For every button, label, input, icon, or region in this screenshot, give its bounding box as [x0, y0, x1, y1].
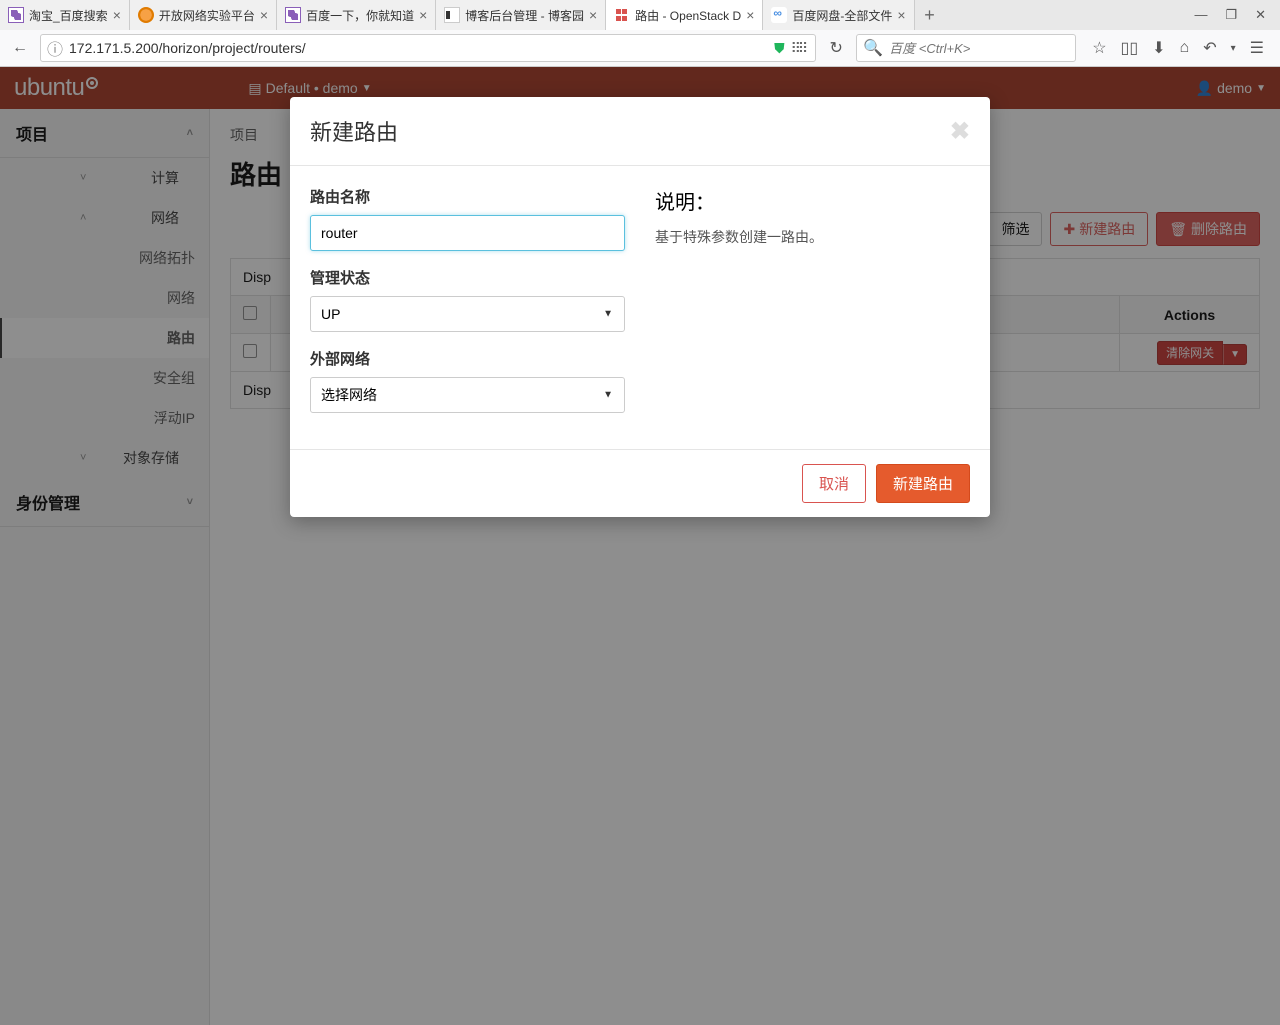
admin-state-select[interactable]: [310, 296, 625, 332]
reload-button[interactable]: ↻: [822, 34, 850, 62]
qr-icon[interactable]: ⠿⠿: [791, 40, 806, 57]
menu-icon[interactable]: ☰: [1250, 38, 1264, 58]
router-name-input[interactable]: [310, 215, 625, 251]
modal-footer: 取消 新建路由: [290, 449, 990, 517]
tab-label: 淘宝_百度搜索: [29, 7, 108, 24]
description-column: 说明： 基于特殊参数创建一路由。: [655, 186, 970, 429]
maximize-icon[interactable]: ❐: [1225, 7, 1237, 23]
form-group-external-network: 外部网络: [310, 348, 625, 413]
address-bar: ← ⓘ ⛊ ⠿⠿ ↻ 🔍 ☆ ▯▯ ⬇ ⌂ ↶ ▾ ☰: [0, 30, 1280, 66]
window-controls: — ❐ ✕: [1180, 7, 1280, 23]
favicon-icon: [285, 7, 301, 23]
page: ubuntu ▤ Default • demo ▼ 👤 demo ▼ 项目˄ ˅…: [0, 67, 1280, 1025]
cancel-button[interactable]: 取消: [802, 464, 866, 503]
tab-openstack[interactable]: 路由 - OpenStack D ×: [606, 0, 763, 30]
info-icon[interactable]: ⓘ: [47, 36, 63, 60]
tab-label: 百度一下，你就知道: [306, 7, 414, 24]
tab-cnblogs[interactable]: 博客后台管理 - 博客园 ×: [436, 0, 606, 30]
close-icon[interactable]: ×: [589, 7, 597, 23]
search-icon: 🔍: [863, 38, 883, 58]
browser-chrome: 淘宝_百度搜索 × 开放网络实验平台 × 百度一下，你就知道 × 博客后台管理 …: [0, 0, 1280, 67]
favicon-icon: [8, 7, 24, 23]
favicon-icon: [614, 7, 630, 23]
url-box[interactable]: ⓘ ⛊ ⠿⠿: [40, 34, 816, 62]
external-network-label: 外部网络: [310, 348, 625, 369]
external-network-select[interactable]: [310, 377, 625, 413]
modal-backdrop: 新建路由 ✖ 路由名称 管理状态 外部网络: [0, 67, 1280, 1025]
form-column: 路由名称 管理状态 外部网络: [310, 186, 625, 429]
tab-baidu[interactable]: 百度一下，你就知道 ×: [277, 0, 436, 30]
submit-button[interactable]: 新建路由: [876, 464, 970, 503]
close-icon[interactable]: ×: [897, 7, 905, 23]
create-router-modal: 新建路由 ✖ 路由名称 管理状态 外部网络: [290, 97, 990, 517]
library-icon[interactable]: ▯▯: [1121, 38, 1139, 58]
close-icon[interactable]: ×: [419, 7, 427, 23]
home-icon[interactable]: ⌂: [1180, 39, 1190, 57]
modal-title: 新建路由: [310, 115, 398, 147]
close-icon[interactable]: ✖: [950, 117, 970, 146]
download-icon[interactable]: ⬇: [1152, 38, 1165, 58]
minimize-icon[interactable]: —: [1194, 7, 1207, 23]
shield-icon[interactable]: ⛊: [774, 40, 785, 57]
new-tab-button[interactable]: +: [915, 5, 945, 26]
tab-strip: 淘宝_百度搜索 × 开放网络实验平台 × 百度一下，你就知道 × 博客后台管理 …: [0, 0, 1280, 30]
search-input[interactable]: [889, 41, 1069, 56]
tab-label: 开放网络实验平台: [159, 7, 255, 24]
favicon-icon: [444, 7, 460, 23]
tab-label: 百度网盘-全部文件: [792, 7, 892, 24]
favicon-icon: [771, 7, 787, 23]
description-title: 说明：: [655, 186, 970, 215]
name-label: 路由名称: [310, 186, 625, 207]
admin-state-label: 管理状态: [310, 267, 625, 288]
tab-pan[interactable]: 百度网盘-全部文件 ×: [763, 0, 914, 30]
dropdown-icon[interactable]: ▾: [1231, 43, 1236, 54]
close-icon[interactable]: ×: [113, 7, 121, 23]
description-text: 基于特殊参数创建一路由。: [655, 227, 970, 247]
back-button[interactable]: ←: [6, 34, 34, 62]
favicon-icon: [138, 7, 154, 23]
modal-header: 新建路由 ✖: [290, 97, 990, 166]
form-group-admin-state: 管理状态: [310, 267, 625, 332]
tab-taobao[interactable]: 淘宝_百度搜索 ×: [0, 0, 130, 30]
tab-lab[interactable]: 开放网络实验平台 ×: [130, 0, 277, 30]
url-input[interactable]: [69, 40, 768, 56]
tab-label: 博客后台管理 - 博客园: [465, 7, 584, 24]
modal-body: 路由名称 管理状态 外部网络: [290, 166, 990, 449]
undo-icon[interactable]: ↶: [1203, 38, 1216, 58]
close-window-icon[interactable]: ✕: [1255, 7, 1266, 23]
tab-label: 路由 - OpenStack D: [635, 7, 741, 24]
search-box[interactable]: 🔍: [856, 34, 1076, 62]
toolbar-icons: ☆ ▯▯ ⬇ ⌂ ↶ ▾ ☰: [1082, 38, 1274, 58]
close-icon[interactable]: ×: [260, 7, 268, 23]
bookmark-icon[interactable]: ☆: [1092, 38, 1106, 58]
close-icon[interactable]: ×: [746, 7, 754, 23]
form-group-name: 路由名称: [310, 186, 625, 251]
